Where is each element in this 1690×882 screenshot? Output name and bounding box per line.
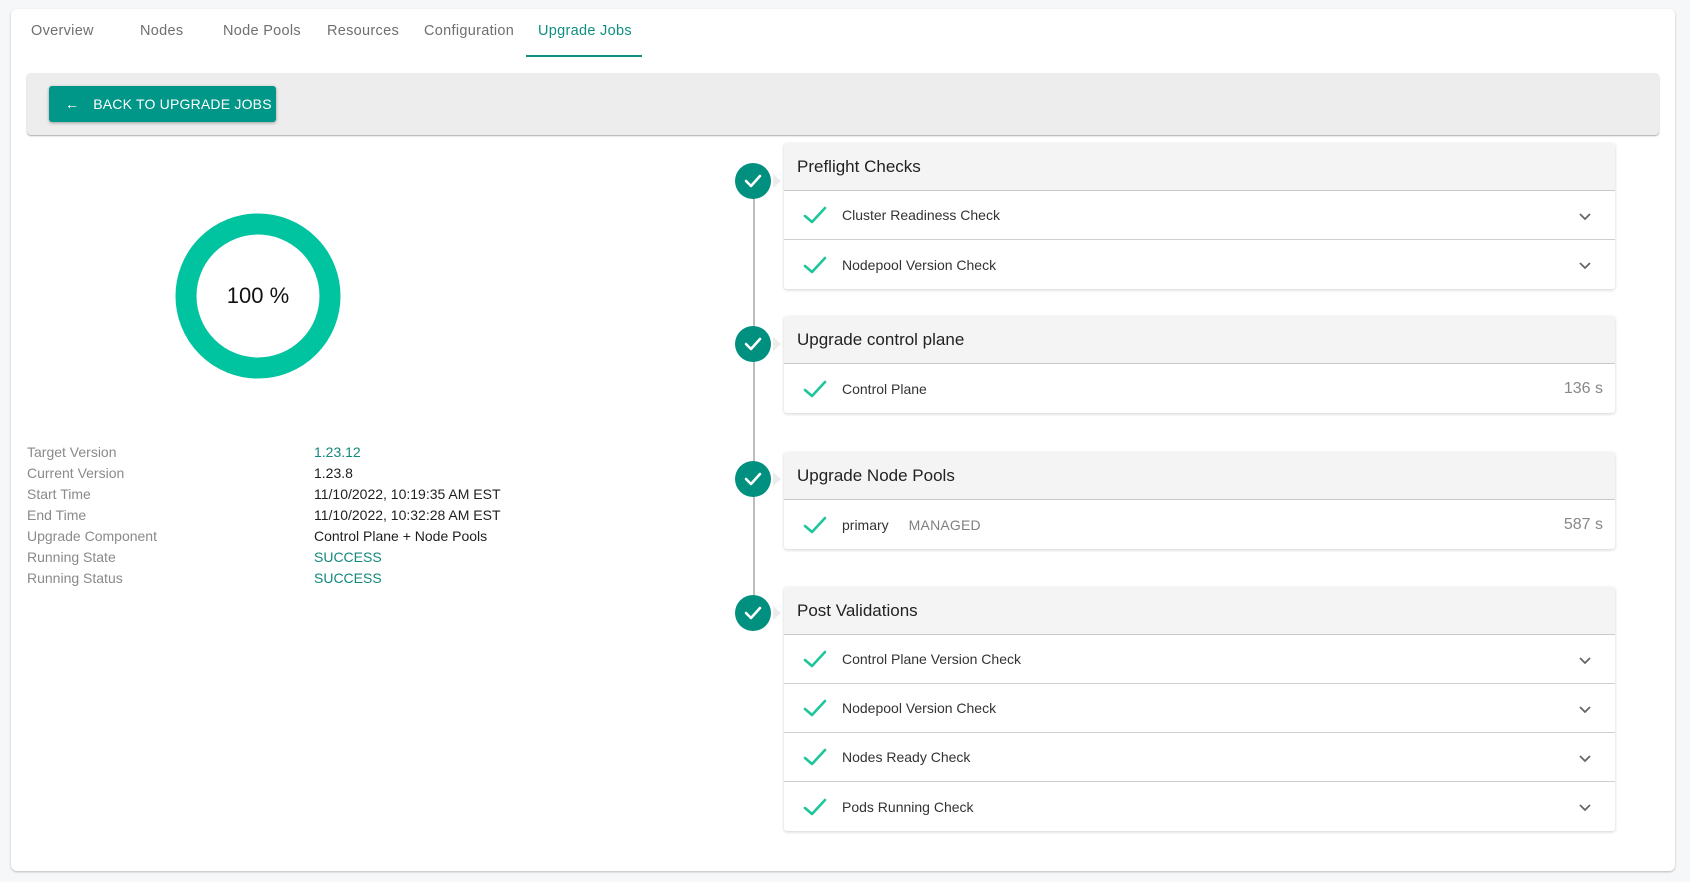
step-complete-icon (735, 595, 781, 631)
timeline-connector (753, 190, 755, 622)
info-label: End Time (27, 507, 87, 523)
check-icon (802, 379, 828, 399)
step-item: Control Plane 136 s (784, 364, 1615, 413)
step-item[interactable]: Control Plane Version Check (784, 635, 1615, 684)
tab-node-pools[interactable]: Node Pools (223, 23, 301, 39)
chevron-down-icon[interactable] (1579, 258, 1591, 270)
step-complete-icon (735, 163, 781, 199)
step-card: Post Validations Control Plane Version Ch… (784, 587, 1615, 831)
step-item[interactable]: Cluster Readiness Check (784, 191, 1615, 240)
step-item[interactable]: Nodepool Version Check (784, 240, 1615, 289)
check-icon (802, 797, 828, 817)
step-card: Upgrade control plane Control Plane 136 s (784, 316, 1615, 413)
step-title: Post Validations (784, 587, 1615, 635)
step-item-label: Nodepool Version Check (842, 700, 997, 716)
step-item-label: Cluster Readiness Check (842, 207, 1000, 223)
info-label: Upgrade Component (27, 528, 157, 544)
check-icon (802, 649, 828, 669)
step-item-label: Control Plane Version Check (842, 651, 1021, 667)
step-title: Preflight Checks (784, 143, 1615, 191)
step-complete-icon (735, 326, 781, 362)
back-button-label: BACK TO UPGRADE JOBS (93, 96, 272, 112)
step-item-label: Nodepool Version Check (842, 256, 997, 273)
info-value: 1.23.8 (314, 465, 353, 481)
info-label: Running Status (27, 570, 123, 586)
step-card: Upgrade Node Pools primary MANAGED 587 s (784, 452, 1615, 549)
chevron-down-icon[interactable] (1579, 209, 1591, 221)
step-item-label: Control Plane (842, 380, 927, 397)
info-value: SUCCESS (314, 549, 382, 565)
tab-resources[interactable]: Resources (327, 23, 399, 39)
info-value: 1.23.12 (314, 444, 361, 460)
info-label: Target Version (27, 444, 117, 460)
active-tab-indicator (526, 55, 642, 57)
chevron-down-icon[interactable] (1579, 653, 1591, 665)
info-label: Running State (27, 549, 116, 565)
check-icon (802, 205, 828, 225)
step-title: Upgrade control plane (784, 316, 1615, 364)
info-label: Current Version (27, 465, 125, 481)
step-duration: 587 s (1563, 515, 1603, 533)
info-value: SUCCESS (314, 570, 382, 586)
info-value: 11/10/2022, 10:19:35 AM EST (314, 486, 501, 502)
step-item[interactable]: Nodes Ready Check (784, 733, 1615, 782)
chevron-down-icon[interactable] (1579, 751, 1591, 763)
step-item[interactable]: Pods Running Check (784, 782, 1615, 831)
tab-upgrade-jobs[interactable]: Upgrade Jobs (538, 23, 632, 39)
back-to-upgrade-jobs-button[interactable]: ← BACK TO UPGRADE JOBS (49, 86, 276, 122)
node-pool-type-tag: MANAGED (908, 516, 981, 533)
step-item-label: primary (842, 516, 889, 533)
chevron-down-icon[interactable] (1579, 800, 1591, 812)
step-complete-icon (735, 461, 781, 497)
step-card: Preflight Checks Cluster Readiness Check N… (784, 143, 1615, 289)
chevron-down-icon[interactable] (1579, 702, 1591, 714)
arrow-left-icon: ← (65, 96, 80, 112)
progress-label: 100 % (226, 283, 290, 308)
step-item: primary MANAGED 587 s (784, 500, 1615, 549)
tab-bar: Overview Nodes Node Pools Resources Conf… (11, 9, 711, 59)
tab-nodes[interactable]: Nodes (140, 23, 183, 39)
tab-overview[interactable]: Overview (31, 23, 94, 39)
step-duration: 136 s (1563, 379, 1603, 397)
step-item[interactable]: Nodepool Version Check (784, 684, 1615, 733)
step-item-label: Pods Running Check (842, 798, 974, 815)
step-item-label: Nodes Ready Check (842, 749, 971, 765)
check-icon (802, 698, 828, 718)
tab-configuration[interactable]: Configuration (424, 23, 514, 39)
toolbar: ← BACK TO UPGRADE JOBS (27, 73, 1659, 135)
check-icon (802, 515, 828, 535)
main-panel: Overview Nodes Node Pools Resources Conf… (11, 9, 1675, 871)
info-value: 11/10/2022, 10:32:28 AM EST (314, 507, 501, 523)
check-icon (802, 747, 828, 767)
check-icon (802, 255, 828, 275)
info-value: Control Plane + Node Pools (314, 528, 488, 544)
step-title: Upgrade Node Pools (784, 452, 1615, 500)
info-label: Start Time (27, 486, 91, 502)
